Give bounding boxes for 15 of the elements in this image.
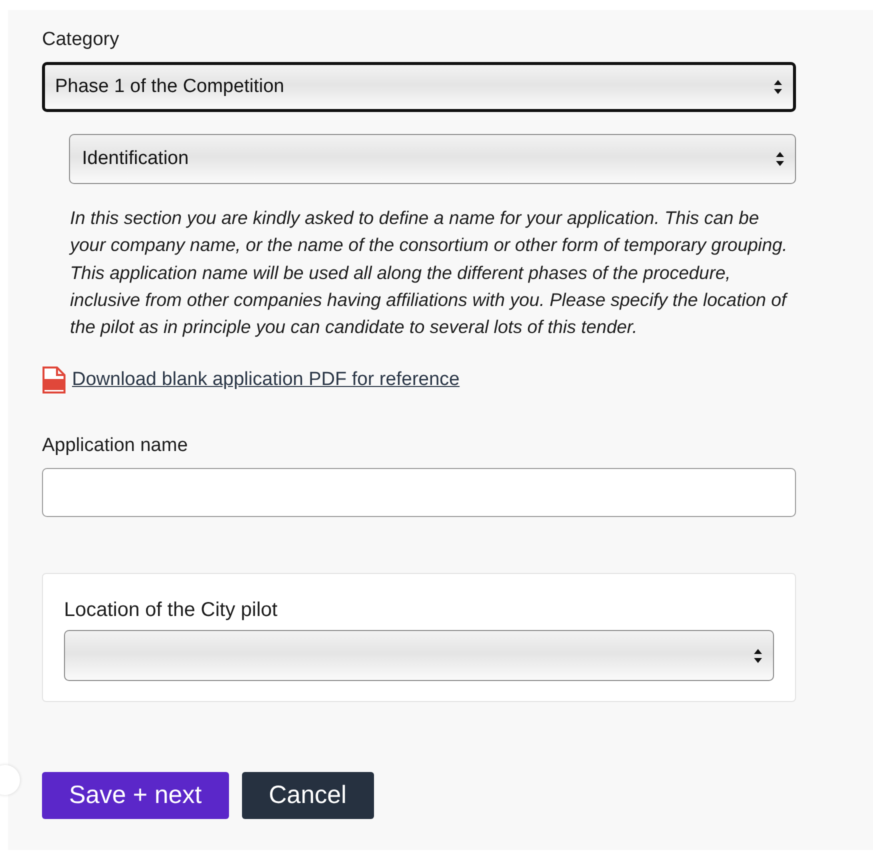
section-select[interactable]: Identification	[69, 134, 796, 184]
download-link[interactable]: Download blank application PDF for reference	[72, 369, 460, 392]
category-select[interactable]: Phase 1 of the Competition	[42, 62, 796, 112]
field-label: Category	[42, 28, 120, 52]
field-label: Application name	[42, 435, 188, 456]
application-name-input[interactable]	[42, 468, 796, 518]
field-label: Location of the City pilot	[64, 598, 278, 622]
save-button[interactable]: Save + next	[42, 772, 229, 820]
sort-arrows-icon	[773, 79, 783, 95]
description-text: In this section you are kindly asked to define a name for your application. This can be your company name, or the name of the consortium or other form of temporary grouping. This application name will be used all along the different phases of the procedure, inclusive from other companies having affiliations with you. Please specify the location of the pilot as in principle you can candidate to several lots of this tender.	[70, 206, 789, 340]
cancel-button[interactable]: Cancel	[242, 772, 374, 820]
location-select[interactable]	[64, 630, 774, 682]
pdf-file-icon	[42, 366, 66, 394]
sort-arrows-icon	[753, 648, 763, 664]
sort-arrows-icon	[775, 151, 785, 167]
